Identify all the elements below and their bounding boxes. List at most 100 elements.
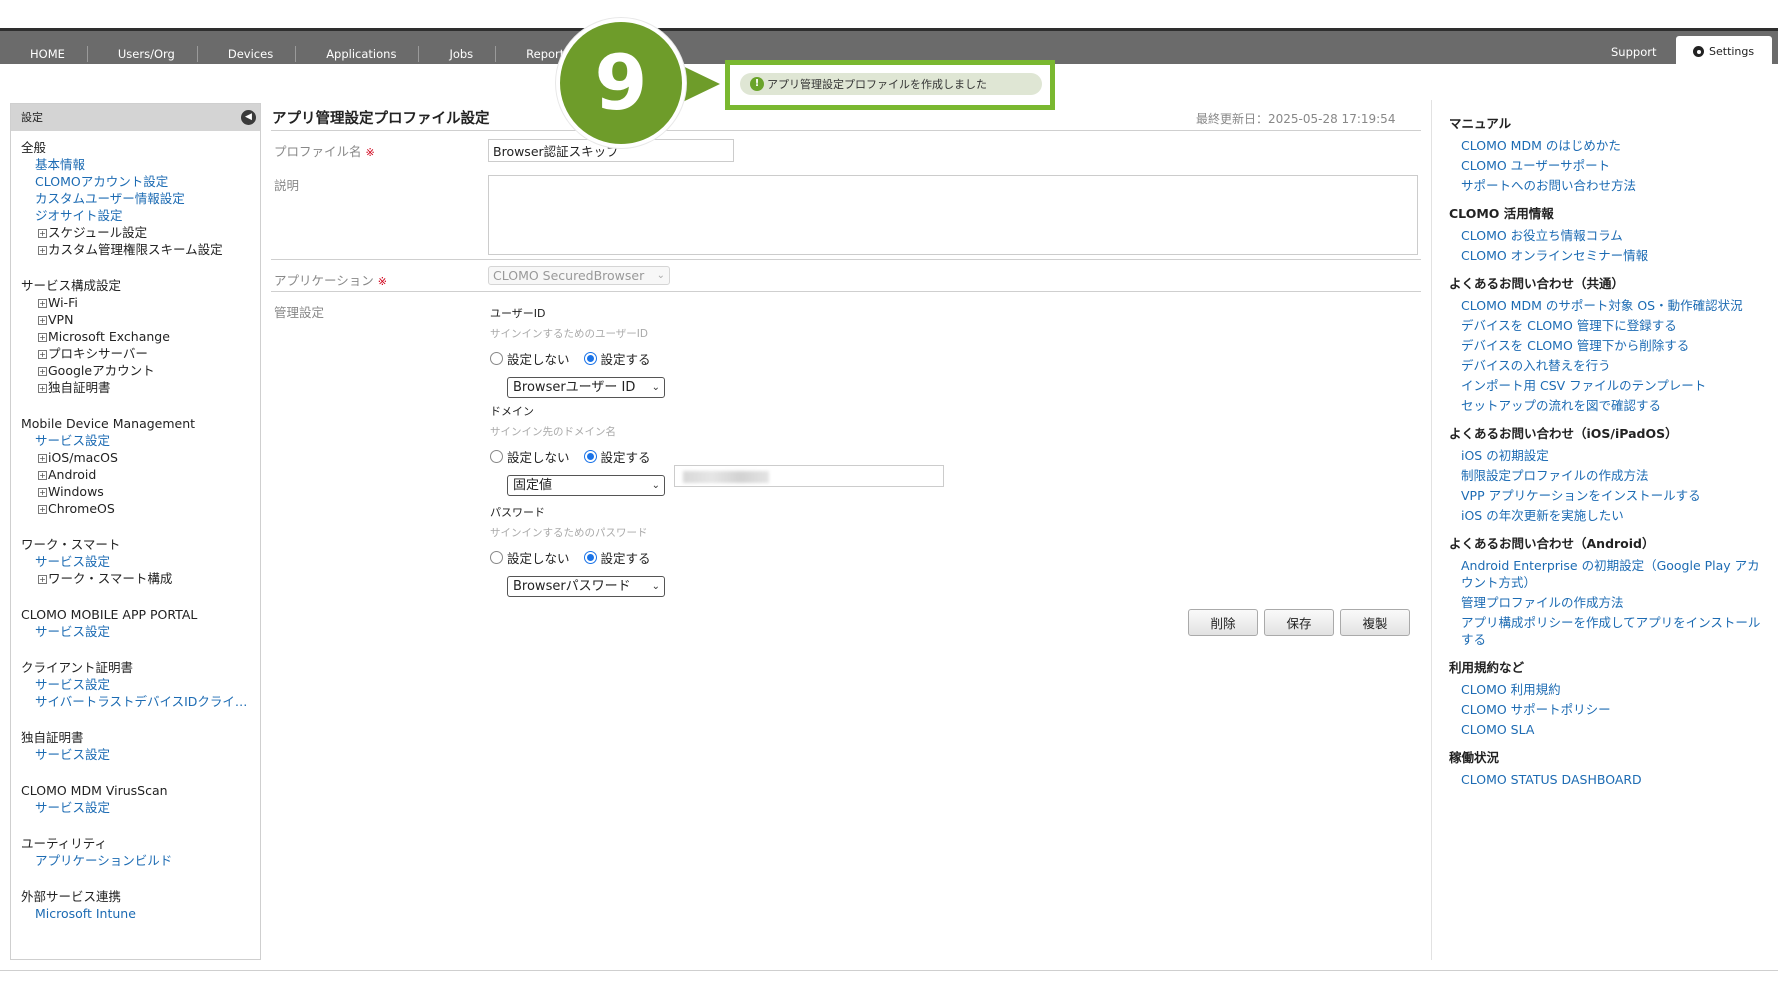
management-label: 管理設定 [274, 305, 325, 320]
sidebar-group: サービス構成設定 + Wi-Fi + VPN + Microsoft Exchange + プロ… [21, 277, 250, 396]
help-link[interactable]: VPP アプリケーションをインストールする [1432, 487, 1778, 504]
domain-radio-off[interactable] [490, 450, 503, 463]
help-link[interactable]: iOS の年次更新を実施したい [1432, 507, 1778, 524]
sidebar-link[interactable]: サービス設定 [21, 746, 250, 763]
sidebar-tree-item[interactable]: + スケジュール設定 [21, 224, 250, 241]
help-link[interactable]: デバイスを CLOMO 管理下に登録する [1432, 317, 1778, 334]
sidebar-link[interactable]: カスタムユーザー情報設定 [21, 190, 250, 207]
help-link[interactable]: デバイスの入れ替えを行う [1432, 357, 1778, 374]
sidebar-tree-item[interactable]: + ChromeOS [21, 500, 250, 517]
nav-home[interactable]: HOME [0, 45, 88, 62]
sidebar-group-title: ワーク・スマート [21, 537, 121, 552]
sidebar-tree-item[interactable]: + 独自証明書 [21, 379, 250, 396]
sidebar-link[interactable]: サイバートラストデバイスIDクライ… [21, 693, 250, 710]
user-id-radio-group: 設定しない 設定する [490, 349, 665, 368]
help-link[interactable]: CLOMO MDM のはじめかた [1432, 137, 1778, 154]
expand-plus-icon[interactable]: + [38, 454, 47, 463]
sidebar-link[interactable]: サービス設定 [21, 799, 250, 816]
password-radio-off[interactable] [490, 551, 503, 564]
help-link[interactable]: CLOMO MDM のサポート対象 OS・動作確認状況 [1432, 297, 1778, 314]
expand-plus-icon[interactable]: + [38, 505, 47, 514]
password-select[interactable]: Browserパスワード ⌄ [507, 576, 665, 597]
nav-users-org[interactable]: Users/Org [88, 45, 198, 62]
required-mark: ※ [377, 275, 387, 288]
sidebar-link[interactable]: サービス設定 [21, 432, 250, 449]
help-link[interactable]: Android Enterprise の初期設定（Google Play アカウ… [1432, 557, 1778, 591]
sidebar-link[interactable]: ジオサイト設定 [21, 207, 250, 224]
help-link[interactable]: CLOMO オンラインセミナー情報 [1432, 247, 1778, 264]
help-link[interactable]: CLOMO サポートポリシー [1432, 701, 1778, 718]
expand-plus-icon[interactable]: + [38, 367, 47, 376]
help-link[interactable]: サポートへのお問い合わせ方法 [1432, 177, 1778, 194]
sidebar-link[interactable]: 基本情報 [21, 156, 250, 173]
sidebar-tree-item[interactable]: + Microsoft Exchange [21, 328, 250, 345]
settings-tab-label: Settings [1709, 45, 1755, 58]
support-link[interactable]: Support [1611, 45, 1656, 59]
expand-plus-icon[interactable]: + [38, 333, 47, 342]
help-link[interactable]: CLOMO 利用規約 [1432, 681, 1778, 698]
expand-plus-icon[interactable]: + [38, 246, 47, 255]
expand-plus-icon[interactable]: + [38, 350, 47, 359]
help-link[interactable]: インポート用 CSV ファイルのテンプレート [1432, 377, 1778, 394]
help-link[interactable]: CLOMO ユーザーサポート [1432, 157, 1778, 174]
domain-radio-on[interactable] [583, 450, 597, 463]
sidebar-tree-item[interactable]: + VPN [21, 311, 250, 328]
save-button[interactable]: 保存 [1264, 609, 1334, 636]
expand-plus-icon[interactable]: + [38, 575, 47, 584]
collapse-left-icon[interactable]: ◀ [241, 110, 256, 125]
sidebar-link[interactable]: サービス設定 [21, 553, 250, 570]
nav-applications[interactable]: Applications [296, 45, 420, 62]
delete-button[interactable]: 削除 [1188, 609, 1258, 636]
help-link[interactable]: デバイスを CLOMO 管理下から削除する [1432, 337, 1778, 354]
user-id-subtitle: サインインするためのユーザーID [490, 328, 648, 340]
sidebar-tree-item[interactable]: + Windows [21, 483, 250, 500]
expand-plus-icon[interactable]: + [38, 488, 47, 497]
duplicate-button[interactable]: 複製 [1340, 609, 1410, 636]
sidebar-tree-item[interactable]: + プロキシサーバー [21, 345, 250, 362]
domain-select[interactable]: 固定値 ⌄ [507, 475, 665, 496]
help-link[interactable]: CLOMO お役立ち情報コラム [1432, 227, 1778, 244]
user-id-radio-on[interactable] [583, 352, 597, 365]
sidebar-tree-item[interactable]: + Android [21, 466, 250, 483]
sidebar-tree-label: iOS/macOS [48, 450, 118, 465]
expand-plus-icon[interactable]: + [38, 299, 47, 308]
expand-plus-icon[interactable]: + [38, 471, 47, 480]
settings-tab[interactable]: Settings [1676, 36, 1772, 67]
password-title: パスワード [490, 506, 545, 519]
help-link[interactable]: 管理プロファイルの作成方法 [1432, 594, 1778, 611]
domain-value-input[interactable] [674, 465, 944, 487]
help-link[interactable]: CLOMO SLA [1432, 721, 1778, 738]
application-select: CLOMO SecuredBrowser ⌄ [488, 266, 670, 285]
help-link[interactable]: CLOMO STATUS DASHBOARD [1432, 771, 1778, 788]
user-id-select[interactable]: Browserユーザー ID ⌄ [507, 377, 665, 398]
sidebar-link[interactable]: サービス設定 [21, 676, 250, 693]
sidebar-link[interactable]: アプリケーションビルド [21, 852, 250, 869]
help-link[interactable]: セットアップの流れを図で確認する [1432, 397, 1778, 414]
nav-jobs[interactable]: Jobs [419, 45, 497, 62]
settings-sidebar: 設定 ◀ 全般 基本情報 CLOMOアカウント設定 カスタムユーザー情報設定 ジオサイト… [10, 103, 261, 960]
redacted-value [683, 471, 769, 483]
help-panel: マニュアル CLOMO MDM のはじめかた CLOMO ユーザーサポート サポートへ… [1431, 100, 1778, 960]
help-link[interactable]: iOS の初期設定 [1432, 447, 1778, 464]
description-textarea[interactable] [488, 175, 1418, 255]
help-link[interactable]: 制限設定プロファイルの作成方法 [1432, 467, 1778, 484]
help-link[interactable]: アプリ構成ポリシーを作成してアプリをインストールする [1432, 614, 1778, 648]
password-radio-on[interactable] [583, 551, 597, 564]
last-updated: 最終更新日：2025-05-28 17:19:54 [1196, 112, 1396, 126]
sidebar-tree-item[interactable]: + カスタム管理権限スキーム設定 [21, 241, 250, 258]
sidebar-tree-item[interactable]: + Wi-Fi [21, 294, 250, 311]
sidebar-link[interactable]: CLOMOアカウント設定 [21, 173, 250, 190]
expand-plus-icon[interactable]: + [38, 384, 47, 393]
expand-plus-icon[interactable]: + [38, 229, 47, 238]
sidebar-tree-label: Wi-Fi [48, 295, 78, 310]
expand-plus-icon[interactable]: + [38, 316, 47, 325]
help-section-heading: よくあるお問い合わせ（iOS/iPadOS） [1449, 426, 1678, 441]
sidebar-tree-item[interactable]: + ワーク・スマート構成 [21, 570, 250, 587]
sidebar-tree-label: ChromeOS [48, 501, 115, 516]
user-id-radio-off[interactable] [490, 352, 503, 365]
sidebar-tree-item[interactable]: + iOS/macOS [21, 449, 250, 466]
sidebar-link[interactable]: Microsoft Intune [21, 905, 250, 922]
sidebar-link[interactable]: サービス設定 [21, 623, 250, 640]
nav-devices[interactable]: Devices [198, 45, 297, 62]
sidebar-tree-item[interactable]: + Googleアカウント [21, 362, 250, 379]
